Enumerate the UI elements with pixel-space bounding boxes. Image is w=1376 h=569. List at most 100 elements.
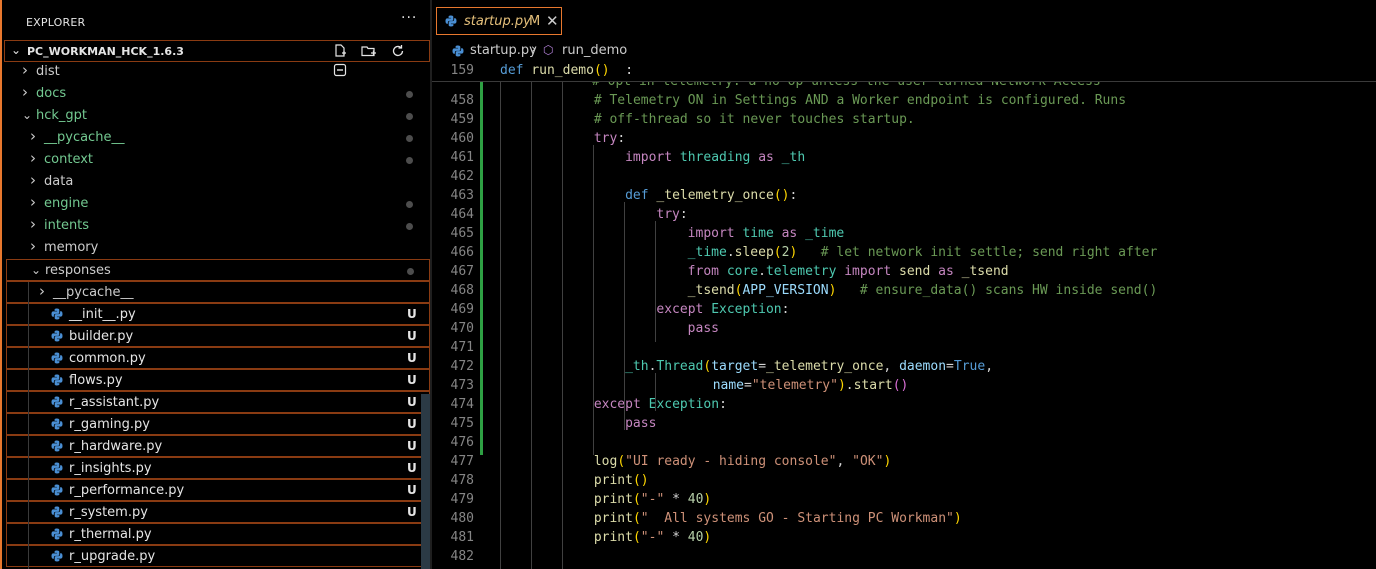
sticky-scroll-header[interactable]: 159 def run_demo() : (432, 62, 1376, 82)
code-line[interactable]: 466 _time.sleep(2) # let network init set… (432, 245, 1376, 264)
code-line[interactable]: 465 import time as _time (432, 226, 1376, 245)
tree-folder-item[interactable]: › __pycache__ (6, 281, 430, 303)
breadcrumb-symbol[interactable]: run_demo (562, 43, 627, 58)
new-file-icon[interactable] (331, 44, 349, 60)
code-text: try: (593, 131, 626, 146)
chevron-right-icon: › (39, 282, 45, 300)
code-line[interactable]: 475 pass (432, 416, 1376, 435)
sidebar-scrollbar[interactable] (421, 394, 430, 569)
tree-item-label: docs (36, 86, 67, 101)
tree-folder-item[interactable]: › engine (0, 193, 430, 215)
tree-file-item[interactable]: r_upgrade.py (6, 545, 430, 567)
code-line[interactable]: 463 def _telemetry_once(): (432, 188, 1376, 207)
code-line[interactable]: 469 except Exception: (432, 302, 1376, 321)
git-status-dot (406, 135, 413, 142)
code-line[interactable]: 459 # off-thread so it never touches star… (432, 112, 1376, 131)
tree-file-item[interactable]: r_assistant.py U (6, 391, 430, 413)
code-line[interactable]: 478 print() (432, 473, 1376, 492)
breadcrumb: startup.py › ⬡ run_demo (432, 40, 1376, 62)
tree-folder-item[interactable]: ⌄ responses (6, 259, 430, 281)
tree-folder-item[interactable]: › memory (0, 237, 430, 259)
python-file-icon (51, 330, 63, 342)
line-number: 478 (450, 473, 474, 488)
code-line[interactable]: 468 _tsend(APP_VERSION) # ensure_data() s… (432, 283, 1376, 302)
code-line[interactable]: 467 from core.telemetry import send as _t… (432, 264, 1376, 283)
tree-item-label: engine (44, 196, 89, 211)
tree-item-label: r_assistant.py (69, 395, 160, 410)
code-line[interactable]: 482 (432, 549, 1376, 568)
tree-file-item[interactable]: r_performance.py U (6, 479, 430, 501)
tree-folder-item[interactable]: › docs (0, 83, 430, 105)
code-line[interactable]: 461 import threading as _th (432, 150, 1376, 169)
tree-file-item[interactable]: r_system.py U (6, 501, 430, 523)
indent-guide (624, 202, 625, 392)
tree-file-item[interactable]: builder.py U (6, 325, 430, 347)
explorer-title: EXPLORER (26, 16, 86, 29)
tree-item-label: r_performance.py (69, 483, 185, 498)
code-line[interactable]: 470 pass (432, 321, 1376, 340)
code-text: def _telemetry_once(): (625, 188, 798, 203)
line-number: 477 (450, 454, 474, 469)
tree-file-item[interactable]: r_gaming.py U (6, 413, 430, 435)
code-line[interactable]: 471 (432, 340, 1376, 359)
tree-file-item[interactable]: r_thermal.py (6, 523, 430, 545)
tree-item-label: __pycache__ (44, 130, 125, 145)
tree-file-item[interactable]: flows.py U (6, 369, 430, 391)
line-number: 473 (450, 378, 474, 393)
tree-item-label: r_thermal.py (69, 527, 152, 542)
indent-guide (624, 411, 625, 430)
code-line[interactable]: 472 _th.Thread(target=_telemetry_once, da… (432, 359, 1376, 378)
git-status-badge: U (407, 505, 417, 519)
code-line[interactable]: 480 print(" All systems GO - Starting PC … (432, 511, 1376, 530)
code-text: print() (593, 473, 649, 488)
chevron-right-icon: › (22, 61, 28, 79)
code-line[interactable]: 481 print("-" * 40) (432, 530, 1376, 549)
tree-file-item[interactable]: __init__.py U (6, 303, 430, 325)
tree-folder-item[interactable]: › context (0, 149, 430, 171)
indent-guide (655, 221, 656, 342)
code-line[interactable]: 464 try: (432, 207, 1376, 226)
line-number: 482 (450, 549, 474, 564)
code-line[interactable]: 474 except Exception: (432, 397, 1376, 416)
code-editor[interactable]: # Opt-in telemetry: a no-op unless the u… (432, 81, 1376, 569)
tree-item-label: __pycache__ (53, 285, 134, 300)
tree-folder-item[interactable]: › __pycache__ (0, 127, 430, 149)
code-line[interactable]: 458 # Telemetry ON in Settings AND a Work… (432, 93, 1376, 112)
tree-file-item[interactable]: r_hardware.py U (6, 435, 430, 457)
line-number: 462 (450, 169, 474, 184)
tab-startup-py[interactable]: startup.py M ✕ (436, 7, 562, 35)
tab-bar: startup.py M ✕ (432, 0, 1376, 40)
code-line[interactable]: 460 try: (432, 131, 1376, 150)
line-number: 465 (450, 226, 474, 241)
breadcrumb-file[interactable]: startup.py (470, 43, 537, 58)
tree-item-label: builder.py (69, 329, 134, 344)
code-line[interactable]: 479 print("-" * 40) (432, 492, 1376, 511)
python-file-icon (51, 440, 63, 452)
tree-item-label: data (44, 174, 74, 189)
tree-file-item[interactable]: common.py U (6, 347, 430, 369)
more-actions-icon[interactable]: ··· (401, 10, 417, 26)
tree-folder-item[interactable]: › dist (0, 61, 430, 83)
git-status-badge: U (407, 373, 417, 387)
workspace-root[interactable]: ⌄ PC_WORKMAN_HCK_1.6.3 (4, 40, 430, 77)
code-line[interactable]: 473 name="telemetry").start() (432, 378, 1376, 397)
tree-folder-item[interactable]: › data (0, 171, 430, 193)
close-icon[interactable]: ✕ (546, 12, 559, 30)
code-line[interactable]: 462 (432, 169, 1376, 188)
tree-folder-item[interactable]: ⌄ hck_gpt (0, 105, 430, 127)
tree-folder-item[interactable]: › intents (0, 215, 430, 237)
git-status-badge: U (407, 329, 417, 343)
line-number: 480 (450, 511, 474, 526)
code-line[interactable]: 476 (432, 435, 1376, 454)
tree-file-item[interactable]: r_insights.py U (6, 457, 430, 479)
git-status-badge: U (407, 417, 417, 431)
code-text: print("-" * 40) (593, 530, 712, 545)
tree-item-label: __init__.py (69, 307, 136, 322)
new-folder-icon[interactable] (360, 44, 378, 60)
line-number: 459 (450, 112, 474, 127)
code-text: import time as _time (687, 226, 845, 241)
code-line[interactable]: 477 log("UI ready - hiding console", "OK"… (432, 454, 1376, 473)
tree-item-label: memory (44, 240, 99, 255)
refresh-icon[interactable] (389, 44, 407, 60)
tree-item-label: common.py (69, 351, 146, 366)
